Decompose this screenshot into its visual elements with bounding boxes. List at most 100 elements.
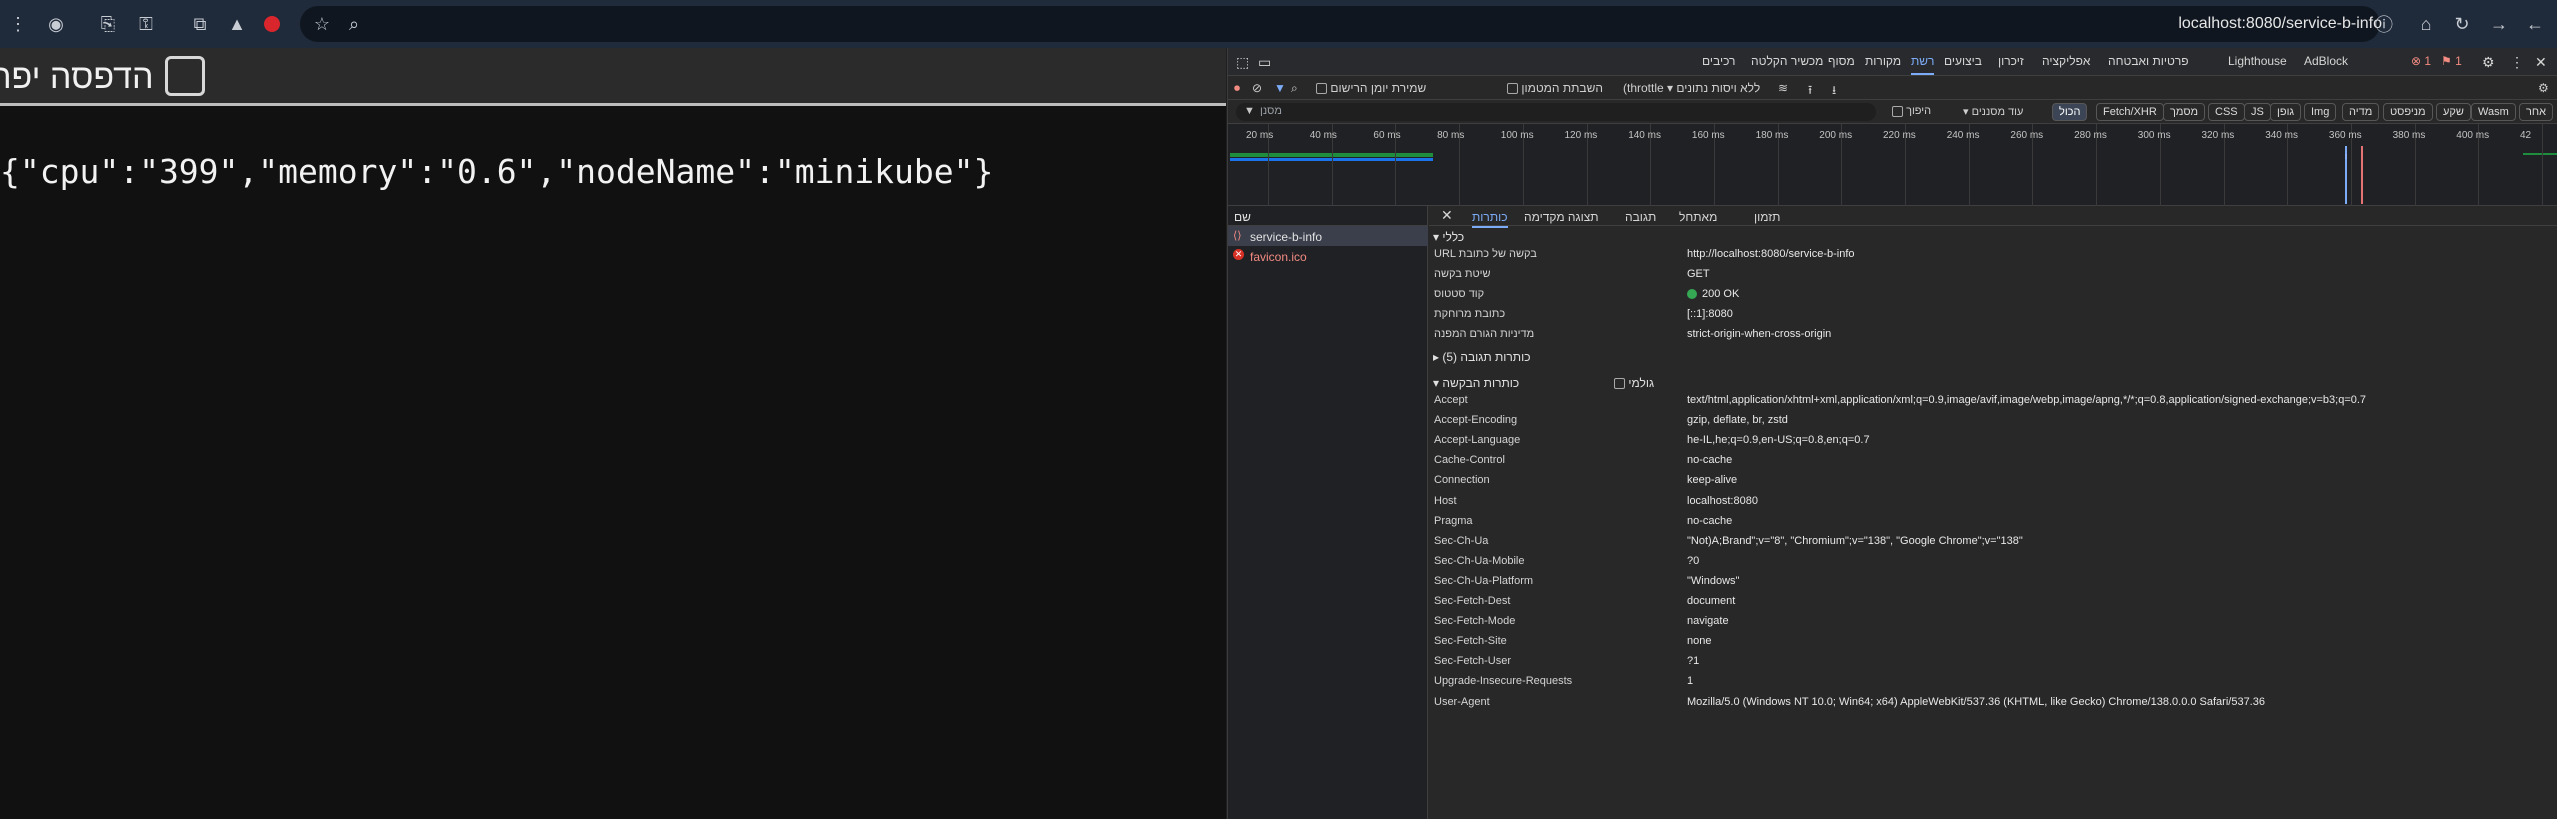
url-text[interactable]: localhost:8080/service-b-info (2178, 15, 2382, 33)
filter-icon[interactable]: ▼ (1274, 81, 1286, 95)
error-count-badge[interactable]: ⊗ 1 (2411, 54, 2431, 68)
timeline-tick-label: 80 ms (1437, 130, 1465, 141)
more-options-icon[interactable]: ⋮ (2510, 54, 2524, 71)
record-icon[interactable]: ⏺ (1234, 81, 1240, 96)
tab-lighthouse[interactable]: Lighthouse (2228, 54, 2287, 68)
invert-checkbox[interactable]: היפוך (1888, 105, 1931, 117)
chip-socket[interactable]: שקע (2436, 103, 2471, 121)
clear-icon[interactable]: ⊘ (1252, 81, 1262, 95)
request-header-value: he-IL,he;q=0.9,en-US;q=0.8,en;q=0.7 (1687, 434, 1870, 447)
key-icon[interactable]: ⚿ (134, 12, 158, 36)
throttle-select[interactable]: (throttle ▾ ללא ויסות נתונים (1623, 81, 1760, 95)
request-header-row: Upgrade-Insecure-Requests 1 (1429, 675, 2557, 695)
general-row: קוד סטטוס 200 OK (1429, 288, 2557, 308)
general-row: שיטת בקשה GET (1429, 268, 2557, 288)
request-header-value: Mozilla/5.0 (Windows NT 10.0; Win64; x64… (1687, 695, 2265, 708)
request-header-key: User-Agent (1434, 695, 1490, 708)
timeline-gridline (2542, 124, 2543, 206)
tab-adblock[interactable]: AdBlock (2304, 54, 2348, 68)
chip-font[interactable]: גופן (2270, 103, 2302, 121)
general-key: מדיניות הגורם המפנה (1434, 328, 1535, 340)
request-row-favicon[interactable]: ✕ favicon.ico (1228, 246, 1428, 266)
tab-elements[interactable]: רכיבים (1702, 54, 1735, 68)
timeline-tick-label: 220 ms (1883, 130, 1916, 141)
request-header-row: Sec-Fetch-User ?1 (1429, 655, 2557, 675)
tab-recorder[interactable]: מכשיר הקלטה (1751, 54, 1823, 68)
request-row-service-b-info[interactable]: ⟨⟩ service-b-info (1228, 226, 1428, 246)
chip-media[interactable]: מדיה (2342, 103, 2380, 121)
settings-gear-icon[interactable]: ⚙ (2482, 54, 2495, 71)
profile-icon[interactable]: ◉ (44, 12, 68, 36)
issue-count-badge[interactable]: ⚑ 1 (2441, 54, 2462, 68)
network-conditions-icon[interactable]: ≋ (1778, 81, 1788, 95)
chip-js[interactable]: JS (2244, 103, 2271, 121)
chip-document[interactable]: מסמך (2163, 103, 2206, 121)
disable-cache-checkbox[interactable]: השבתת המטמון (1503, 81, 1603, 95)
timeline-overview[interactable]: 20 ms 40 ms 60 ms 80 ms 100 ms 120 ms 140 ms 16… (1228, 124, 2557, 206)
reload-icon[interactable]: ↻ (2450, 12, 2474, 36)
inspect-icon[interactable]: ⬚ (1236, 54, 1249, 71)
general-section-header[interactable]: ▾ כללי (1433, 230, 1464, 244)
chip-all[interactable]: הכול (2052, 103, 2088, 121)
tab-privacy[interactable]: פרטיות ואבטחה (2108, 54, 2189, 68)
response-headers-section[interactable]: ▸ כותרות תגובה (5) (1433, 350, 1531, 364)
tab-network[interactable]: רשת (1911, 54, 1935, 75)
network-settings-icon[interactable]: ⚙ (2538, 81, 2549, 95)
load-event-marker (2361, 146, 2363, 204)
site-info-icon[interactable]: ⓘ (2372, 12, 2396, 36)
tab-initiator[interactable]: מאתחל (1679, 210, 1717, 224)
forward-icon[interactable]: → (2487, 12, 2511, 36)
request-header-key: Pragma (1434, 514, 1473, 527)
import-har-icon[interactable]: ⭱ (1808, 81, 1812, 102)
timeline-tick-label: 42 (2520, 130, 2532, 141)
tab-application[interactable]: אפליקציה (2042, 54, 2090, 68)
address-bar[interactable] (300, 6, 2380, 42)
status-ok-dot (1687, 289, 1697, 300)
general-key: כתובת מרוחקת (1434, 308, 1506, 320)
home-icon[interactable]: ⌂ (2414, 12, 2438, 36)
pretty-print-checkbox[interactable] (165, 56, 205, 96)
chip-manifest[interactable]: מניפסט (2383, 103, 2433, 121)
filter-input[interactable]: ▼ מסנן (1236, 103, 1876, 121)
chip-img[interactable]: Img (2304, 103, 2337, 121)
adblock-icon[interactable] (260, 12, 284, 36)
tab-response[interactable]: תגובה (1625, 210, 1656, 224)
name-column-header[interactable]: שם (1228, 206, 1428, 226)
chip-css[interactable]: CSS (2208, 103, 2245, 121)
timeline-tick-label: 180 ms (1755, 130, 1789, 141)
tab-performance[interactable]: ביצועים (1944, 54, 1982, 68)
more-filters-dropdown[interactable]: ▾ עוד מסננים (1963, 105, 2023, 118)
preserve-log-checkbox[interactable]: שמירת יומן הרישום (1312, 81, 1426, 95)
device-toolbar-icon[interactable]: ▭ (1258, 54, 1271, 71)
translate-icon[interactable]: ⎘ (96, 12, 120, 36)
close-devtools-icon[interactable]: ✕ (2535, 54, 2547, 71)
tab-console[interactable]: מסוף (1828, 54, 1855, 68)
search-icon[interactable]: ⌕ (1291, 81, 1298, 96)
filter-funnel-icon: ▼ (1244, 105, 1255, 117)
tab-timing[interactable]: תזמון (1754, 210, 1780, 224)
raw-checkbox[interactable]: גולמי (1610, 376, 1654, 390)
timeline-tick-label: 340 ms (2265, 130, 2298, 141)
chip-other[interactable]: אחר (2519, 103, 2554, 121)
timeline-tick-label: 400 ms (2456, 130, 2490, 141)
tab-preview[interactable]: תצוגה מקדימה (1524, 210, 1599, 224)
back-icon[interactable]: ← (2523, 12, 2547, 36)
request-headers-section[interactable]: ▾ כותרות הבקשה (1433, 376, 1519, 390)
tab-memory[interactable]: זיכרון (1998, 54, 2024, 68)
export-har-icon[interactable]: ⭳ (1832, 81, 1836, 102)
status-text: 200 OK (1702, 288, 1740, 300)
chip-wasm[interactable]: Wasm (2471, 103, 2516, 121)
request-header-value: gzip, deflate, br, zstd (1687, 414, 1788, 427)
fox-extension-icon[interactable]: ▲ (225, 12, 249, 36)
request-header-row: Pragma no-cache (1429, 515, 2557, 535)
zoom-icon[interactable]: ⌕ (342, 12, 366, 36)
star-icon[interactable]: ☆ (310, 12, 334, 36)
close-details-icon[interactable]: ✕ (1441, 207, 1453, 224)
extensions-icon[interactable]: ⧉ (188, 12, 212, 36)
tab-headers[interactable]: כותרות (1472, 210, 1508, 228)
request-header-row: User-Agent Mozilla/5.0 (Windows NT 10.0; … (1429, 696, 2557, 716)
timeline-tick-label: 40 ms (1309, 130, 1337, 141)
chip-fetch-xhr[interactable]: Fetch/XHR (2096, 103, 2164, 121)
tab-sources[interactable]: מקורות (1865, 54, 1901, 68)
menu-dots-icon[interactable]: ⋮ (6, 12, 30, 36)
